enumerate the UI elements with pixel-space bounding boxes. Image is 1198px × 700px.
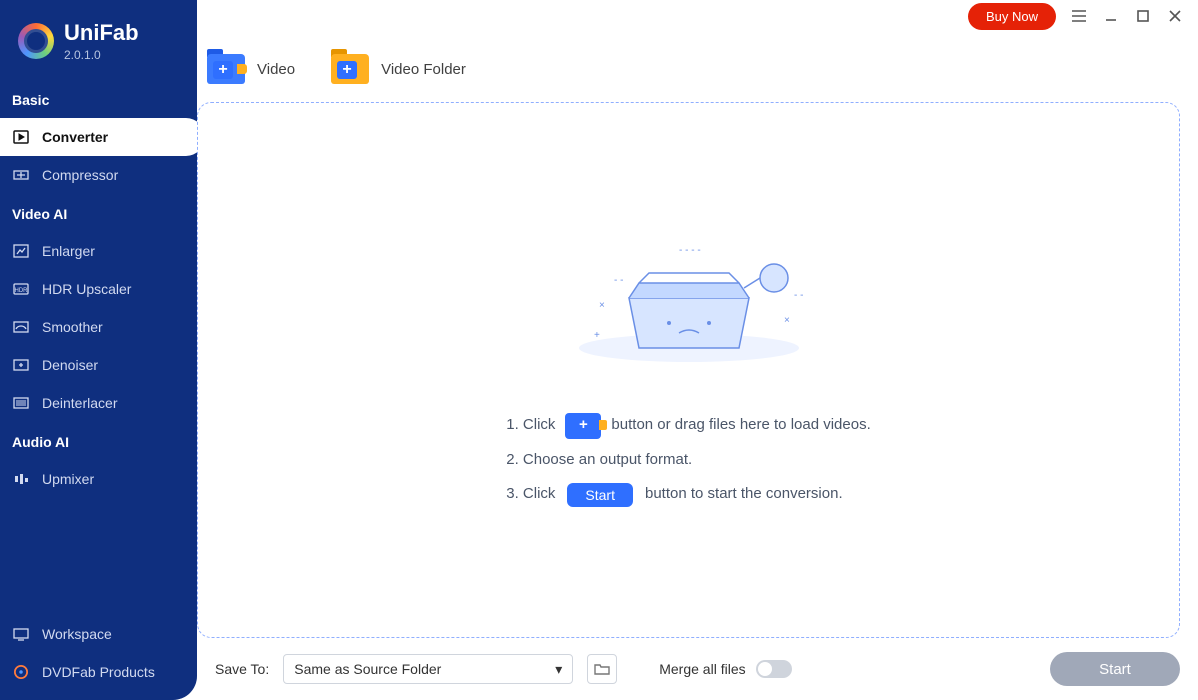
app-name: UniFab [64, 20, 139, 46]
hdr-icon: HDR [12, 281, 30, 297]
browse-folder-button[interactable] [587, 654, 617, 684]
minimize-icon[interactable] [1102, 7, 1120, 25]
menu-icon[interactable] [1070, 7, 1088, 25]
close-icon[interactable] [1166, 7, 1184, 25]
sidebar-item-label: Deinterlacer [42, 395, 117, 411]
upmixer-icon [12, 471, 30, 487]
denoiser-icon [12, 357, 30, 373]
sidebar-item-compressor[interactable]: Compressor [0, 156, 197, 194]
dvdfab-icon [12, 664, 30, 680]
sidebar-item-denoiser[interactable]: Denoiser [0, 346, 197, 384]
add-folder-button[interactable]: + Video Folder [331, 54, 466, 84]
sidebar-item-smoother[interactable]: Smoother [0, 308, 197, 346]
svg-text:- - - -: - - - - [679, 245, 701, 256]
enlarger-icon [12, 243, 30, 259]
converter-icon [12, 129, 30, 145]
chevron-down-icon: ▾ [555, 661, 562, 678]
add-folder-label: Video Folder [381, 61, 466, 78]
dropzone[interactable]: × + × - - - - - - - - 1. Click + button … [197, 102, 1180, 638]
plus-icon: + [565, 413, 601, 439]
sidebar-item-label: Workspace [42, 626, 112, 642]
svg-text:×: × [784, 315, 790, 326]
sidebar-item-label: Upmixer [42, 471, 94, 487]
add-video-button[interactable]: + Video [207, 54, 295, 84]
buy-now-button[interactable]: Buy Now [968, 3, 1056, 30]
sidebar-item-deinterlacer[interactable]: Deinterlacer [0, 384, 197, 422]
start-button[interactable]: Start [1050, 652, 1180, 686]
svg-text:HDR: HDR [15, 288, 29, 294]
svg-text:+: + [594, 330, 600, 341]
maximize-icon[interactable] [1134, 7, 1152, 25]
sidebar-item-label: HDR Upscaler [42, 281, 131, 297]
workspace-icon [12, 626, 30, 642]
inline-start-button: Start [567, 483, 633, 507]
deinterlacer-icon [12, 395, 30, 411]
sidebar: UniFab 2.0.1.0 Basic Converter Compresso… [0, 0, 197, 700]
compressor-icon [12, 167, 30, 183]
app-logo: UniFab 2.0.1.0 [0, 0, 197, 80]
svg-text:×: × [599, 300, 605, 311]
sidebar-item-hdr[interactable]: HDR HDR Upscaler [0, 270, 197, 308]
saveto-value: Same as Source Folder [294, 661, 441, 677]
sidebar-item-upmixer[interactable]: Upmixer [0, 460, 197, 498]
toolbar: + Video + Video Folder [197, 32, 1198, 102]
instructions: 1. Click + button or drag files here to … [506, 408, 871, 512]
step-1-pre: 1. Click [506, 408, 555, 443]
sidebar-item-dvdfab[interactable]: DVDFab Products [0, 653, 197, 700]
app-version: 2.0.1.0 [64, 48, 139, 62]
saveto-label: Save To: [215, 661, 269, 677]
section-audio-ai: Audio AI [0, 422, 197, 460]
dropzone-illustration: × + × - - - - - - - - [559, 228, 819, 378]
sidebar-item-label: Denoiser [42, 357, 98, 373]
sidebar-item-enlarger[interactable]: Enlarger [0, 232, 197, 270]
bottombar: Save To: Same as Source Folder ▾ Merge a… [197, 638, 1198, 700]
sidebar-item-workspace[interactable]: Workspace [0, 615, 197, 653]
svg-text:- -: - - [614, 275, 623, 286]
add-video-icon: + [207, 54, 245, 84]
sidebar-item-label: DVDFab Products [42, 664, 155, 680]
folder-open-icon [594, 662, 610, 676]
sidebar-item-label: Converter [42, 129, 108, 145]
sidebar-item-label: Compressor [42, 167, 118, 183]
merge-label: Merge all files [659, 661, 745, 677]
main-area: Buy Now + Video + Video Folder [197, 0, 1198, 700]
section-basic: Basic [0, 80, 197, 118]
sidebar-item-label: Enlarger [42, 243, 95, 259]
saveto-select[interactable]: Same as Source Folder ▾ [283, 654, 573, 684]
step-1-post: button or drag files here to load videos… [611, 408, 870, 443]
smoother-icon [12, 319, 30, 335]
step-3: 3. Click Start button to start the conve… [506, 477, 871, 512]
merge-toggle[interactable] [756, 660, 792, 678]
merge-block: Merge all files [659, 660, 791, 678]
add-folder-icon: + [331, 54, 369, 84]
svg-text:- -: - - [794, 290, 803, 301]
step-3-pre: 3. Click [506, 477, 555, 512]
titlebar: Buy Now [197, 0, 1198, 32]
logo-icon [18, 23, 54, 59]
sidebar-item-converter[interactable]: Converter [0, 118, 205, 156]
step-1: 1. Click + button or drag files here to … [506, 408, 871, 443]
step-2: 2. Choose an output format. [506, 443, 871, 478]
sidebar-item-label: Smoother [42, 319, 103, 335]
section-video-ai: Video AI [0, 194, 197, 232]
add-video-label: Video [257, 61, 295, 78]
step-3-post: button to start the conversion. [645, 477, 843, 512]
